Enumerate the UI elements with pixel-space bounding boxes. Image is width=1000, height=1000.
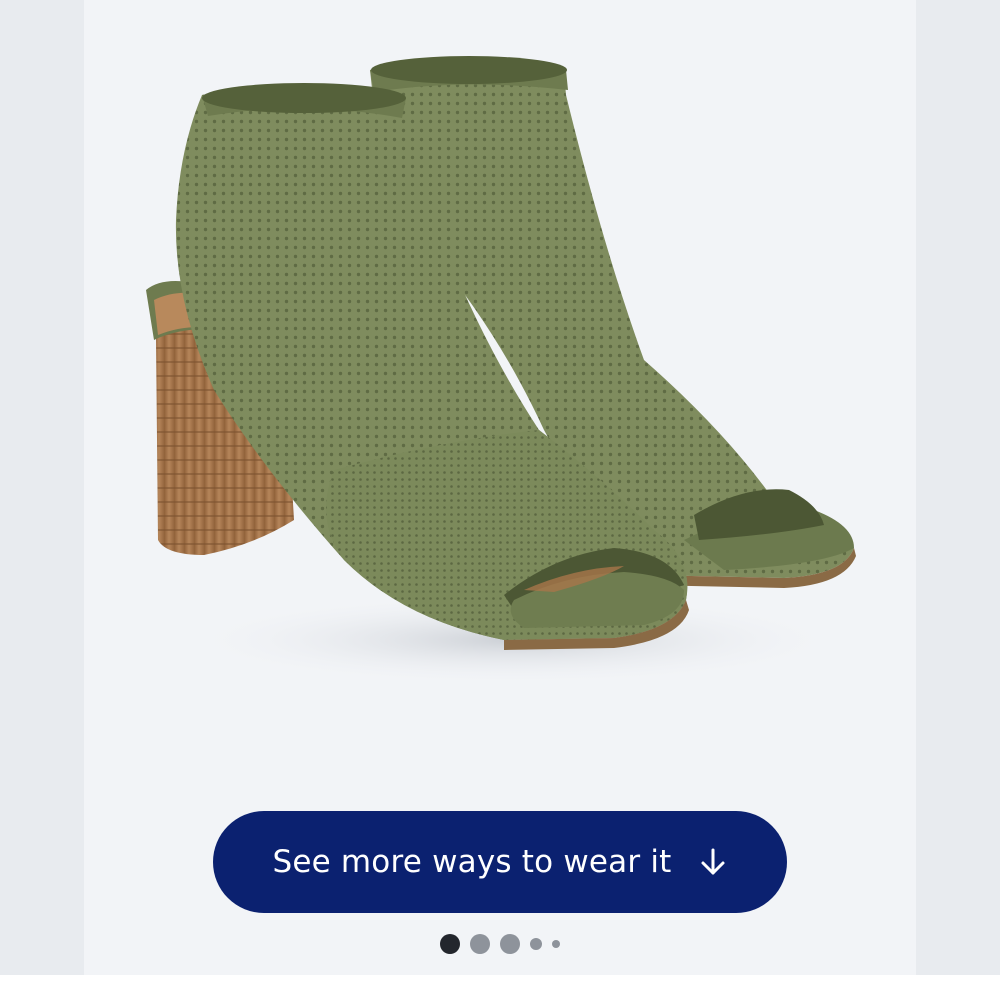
product-gallery-screen: See more ways to wear it <box>0 0 1000 1000</box>
previous-image-peek[interactable] <box>0 0 84 975</box>
see-more-ways-button[interactable]: See more ways to wear it <box>213 811 787 913</box>
bottom-divider <box>0 975 1000 1000</box>
carousel-dot-4[interactable] <box>530 938 542 950</box>
carousel-dot-2[interactable] <box>470 934 490 954</box>
arrow-down-icon <box>698 845 728 879</box>
carousel-dot-5[interactable] <box>552 940 560 948</box>
carousel-dot-3[interactable] <box>500 934 520 954</box>
see-more-ways-label: See more ways to wear it <box>272 844 672 880</box>
shoe-illustration <box>146 56 856 685</box>
next-image-peek[interactable] <box>916 0 1000 975</box>
carousel-pagination <box>0 931 1000 957</box>
product-image[interactable] <box>84 0 916 790</box>
carousel-dot-1-active[interactable] <box>440 934 460 954</box>
